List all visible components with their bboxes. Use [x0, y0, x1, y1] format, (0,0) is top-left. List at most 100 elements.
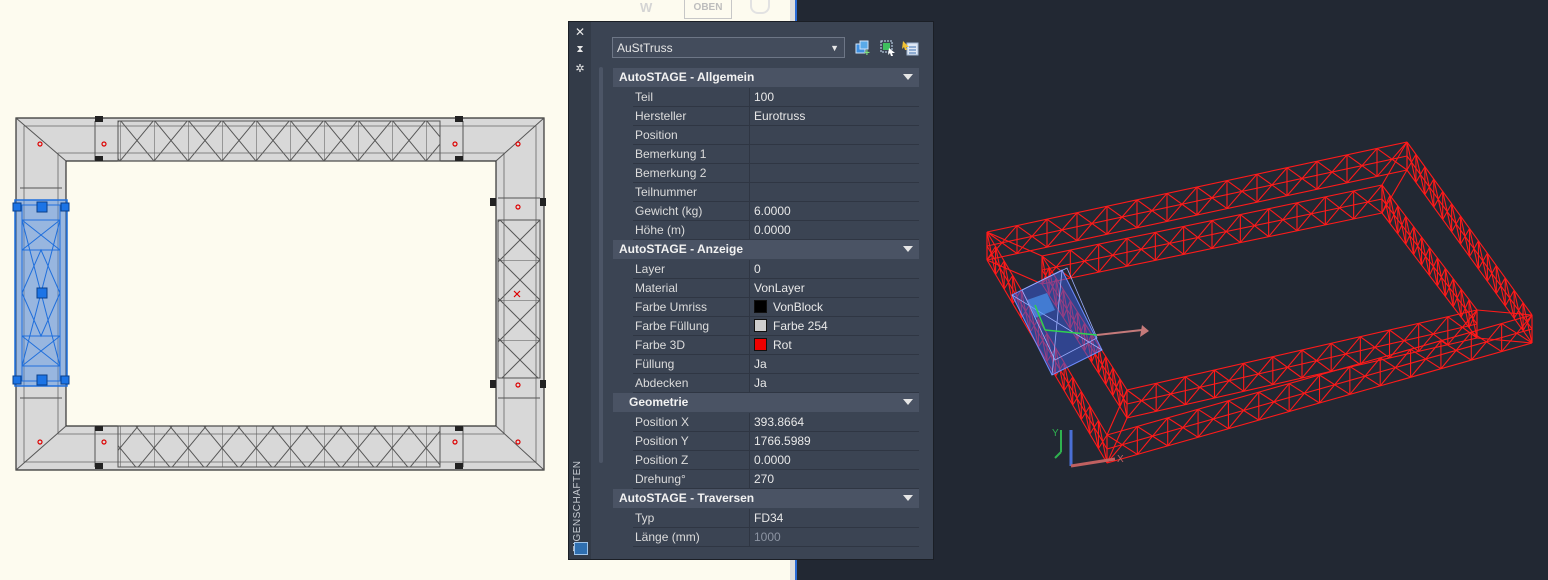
- collapse-icon[interactable]: [903, 399, 913, 405]
- property-value[interactable]: 1766.5989: [749, 432, 919, 450]
- property-row[interactable]: Farbe Umriss VonBlock: [613, 298, 919, 317]
- selected-truss-3d[interactable]: [1011, 267, 1149, 376]
- row-indent: [613, 374, 633, 393]
- property-value[interactable]: Rot: [749, 336, 919, 354]
- settings-icon[interactable]: ✲: [573, 62, 587, 76]
- property-name: Position X: [635, 415, 690, 429]
- property-value-text: Rot: [773, 338, 792, 352]
- select-objects-icon[interactable]: [879, 39, 897, 57]
- property-row[interactable]: Position: [613, 126, 919, 145]
- section-header[interactable]: AutoSTAGE - Anzeige: [613, 240, 919, 259]
- property-value-text: 1766.5989: [754, 434, 811, 448]
- palette-menu-icon[interactable]: [574, 542, 588, 555]
- property-row[interactable]: Teil 100: [613, 88, 919, 107]
- row-indent: [613, 317, 633, 336]
- property-value[interactable]: 100: [749, 88, 919, 106]
- toggle-pickadd-icon[interactable]: +: [854, 39, 872, 57]
- property-value-text: 0: [754, 262, 761, 276]
- viewcube-top-label[interactable]: OBEN: [684, 0, 732, 19]
- property-value[interactable]: VonBlock: [749, 298, 919, 316]
- row-indent: [613, 470, 633, 489]
- property-row[interactable]: Position Z 0.0000: [613, 451, 919, 470]
- row-indent: [613, 164, 633, 183]
- property-value[interactable]: 393.8664: [749, 413, 919, 431]
- property-row[interactable]: Hersteller Eurotruss: [613, 107, 919, 126]
- property-value-text: 100: [754, 90, 775, 104]
- section-header[interactable]: AutoSTAGE - Traversen: [613, 489, 919, 508]
- property-row[interactable]: Füllung Ja: [613, 355, 919, 374]
- property-row[interactable]: Layer 0: [613, 260, 919, 279]
- property-row[interactable]: Teilnummer: [613, 183, 919, 202]
- property-value[interactable]: [749, 145, 919, 163]
- svg-text:X: X: [1117, 454, 1124, 465]
- collapse-icon[interactable]: [903, 74, 913, 80]
- row-indent: [613, 336, 633, 355]
- property-value-text: Ja: [754, 357, 767, 371]
- property-name: Bemerkung 1: [635, 147, 707, 161]
- truss-frame-outline: [15, 117, 545, 471]
- property-value[interactable]: VonLayer: [749, 279, 919, 297]
- property-row[interactable]: Position Y 1766.5989: [613, 432, 919, 451]
- row-indent: [613, 298, 633, 317]
- palette-scrollbar[interactable]: [599, 67, 603, 463]
- property-value[interactable]: Eurotruss: [749, 107, 919, 125]
- viewcube[interactable]: W OBEN: [632, 0, 792, 20]
- palette-body: AuStTruss ▼ + AutoSTAGE - Allgemein Teil 1…: [593, 22, 933, 559]
- object-type-select[interactable]: AuStTruss ▼: [612, 37, 845, 58]
- property-row[interactable]: Abdecken Ja: [613, 374, 919, 393]
- property-name: Abdecken: [635, 376, 689, 390]
- autohide-icon[interactable]: ⧗: [573, 43, 587, 57]
- property-row[interactable]: Farbe Füllung Farbe 254: [613, 317, 919, 336]
- property-value[interactable]: [749, 183, 919, 201]
- viewcube-west-label[interactable]: W: [640, 0, 652, 15]
- property-value[interactable]: 270: [749, 470, 919, 488]
- property-row[interactable]: Bemerkung 1: [613, 145, 919, 164]
- row-indent: [613, 413, 633, 432]
- section-title: AutoSTAGE - Traversen: [619, 491, 755, 505]
- property-row[interactable]: Typ FD34: [613, 509, 919, 528]
- row-indent: [613, 221, 633, 240]
- property-name: Position: [635, 128, 678, 142]
- property-value-text: VonBlock: [773, 300, 824, 314]
- property-value[interactable]: 1000: [749, 528, 919, 546]
- quick-select-icon[interactable]: [902, 39, 920, 57]
- property-value[interactable]: 0: [749, 260, 919, 278]
- property-row[interactable]: Position X 393.8664: [613, 413, 919, 432]
- close-icon[interactable]: ✕: [573, 25, 587, 39]
- row-indent: [613, 88, 633, 107]
- collapse-icon[interactable]: [903, 495, 913, 501]
- property-value-text: 0.0000: [754, 453, 791, 467]
- property-value-text: Farbe 254: [773, 319, 828, 333]
- section-header[interactable]: Geometrie: [613, 393, 919, 412]
- row-indent: [613, 451, 633, 470]
- property-row[interactable]: Material VonLayer: [613, 279, 919, 298]
- property-value-text: VonLayer: [754, 281, 805, 295]
- section-header[interactable]: AutoSTAGE - Allgemein: [613, 68, 919, 87]
- property-value[interactable]: Ja: [749, 374, 919, 392]
- property-row[interactable]: Gewicht (kg) 6.0000: [613, 202, 919, 221]
- section-title: AutoSTAGE - Anzeige: [619, 242, 743, 256]
- object-type-value: AuStTruss: [617, 41, 673, 55]
- viewcube-ring[interactable]: [750, 0, 770, 14]
- property-value-text: 270: [754, 472, 775, 486]
- property-value[interactable]: 0.0000: [749, 451, 919, 469]
- property-value[interactable]: [749, 126, 919, 144]
- property-value[interactable]: [749, 164, 919, 182]
- section-title: AutoSTAGE - Allgemein: [619, 70, 755, 84]
- property-row[interactable]: Länge (mm) 1000: [613, 528, 919, 547]
- property-value[interactable]: Ja: [749, 355, 919, 373]
- collapse-icon[interactable]: [903, 246, 913, 252]
- property-value[interactable]: FD34: [749, 509, 919, 527]
- property-name: Material: [635, 281, 678, 295]
- palette-title-strip[interactable]: ✕ ⧗ ✲ EIGENSCHAFTEN: [569, 22, 591, 559]
- properties-palette[interactable]: ✕ ⧗ ✲ EIGENSCHAFTEN AuStTruss ▼ + AutoST: [568, 21, 934, 560]
- property-value[interactable]: Farbe 254: [749, 317, 919, 335]
- property-value[interactable]: 0.0000: [749, 221, 919, 239]
- property-value[interactable]: 6.0000: [749, 202, 919, 220]
- property-row[interactable]: Höhe (m) 0.0000: [613, 221, 919, 240]
- property-row[interactable]: Bemerkung 2: [613, 164, 919, 183]
- property-row[interactable]: Drehung° 270: [613, 470, 919, 489]
- property-name: Farbe Umriss: [635, 300, 708, 314]
- property-row[interactable]: Farbe 3D Rot: [613, 336, 919, 355]
- property-name: Teilnummer: [635, 185, 698, 199]
